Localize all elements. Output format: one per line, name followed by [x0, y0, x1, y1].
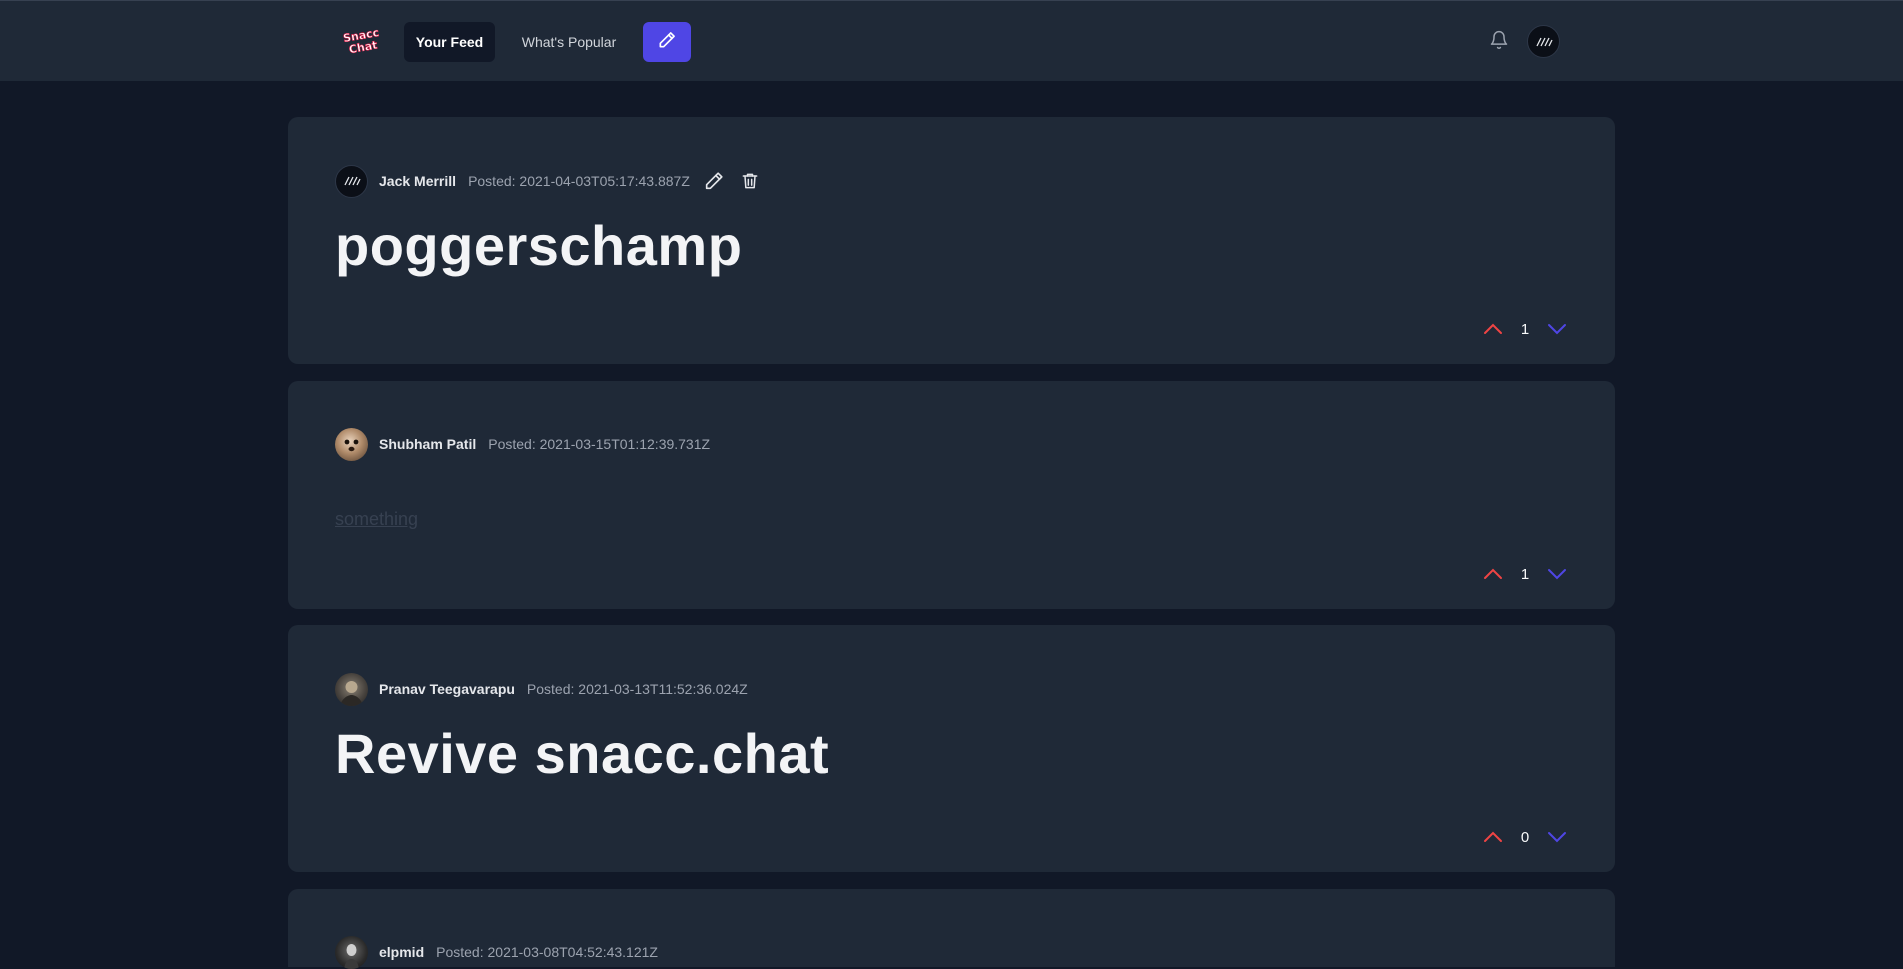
chevron-down-icon [1548, 324, 1566, 335]
author-name[interactable]: elpmid [379, 944, 424, 960]
author-avatar[interactable] [335, 164, 368, 198]
author-avatar[interactable] [335, 427, 368, 461]
downvote-button[interactable] [1545, 317, 1569, 341]
post-meta: Pranav Teegavarapu Posted: 2021-03-13T11… [335, 672, 748, 706]
post-card[interactable]: Jack Merrill Posted: 2021-04-03T05:17:43… [288, 117, 1615, 364]
upvote-button[interactable] [1481, 825, 1505, 849]
author-avatar[interactable] [335, 672, 368, 706]
chevron-up-icon [1484, 831, 1502, 842]
author-avatar[interactable] [335, 935, 368, 969]
post-title[interactable]: poggerschamp [335, 213, 742, 278]
author-name[interactable]: Shubham Patil [379, 436, 476, 452]
trash-icon [742, 173, 758, 189]
post-card[interactable]: elpmid Posted: 2021-03-08T04:52:43.121Z [288, 889, 1615, 969]
downvote-button[interactable] [1545, 562, 1569, 586]
post-body-link[interactable]: something [335, 509, 418, 530]
pencil-icon [705, 172, 723, 190]
post-timestamp: Posted: 2021-03-08T04:52:43.121Z [436, 944, 658, 960]
vote-controls: 1 [1481, 562, 1569, 586]
author-name[interactable]: Pranav Teegavarapu [379, 681, 515, 697]
post-card[interactable]: Pranav Teegavarapu Posted: 2021-03-13T11… [288, 625, 1615, 872]
vote-count: 1 [1520, 565, 1530, 583]
notifications-button[interactable] [1487, 30, 1511, 54]
edit-post-button[interactable] [702, 169, 726, 193]
chevron-down-icon [1548, 569, 1566, 580]
tab-whats-popular[interactable]: What's Popular [512, 22, 626, 62]
snacc-chat-logo[interactable]: Snacc Chat [343, 26, 381, 56]
post-timestamp: Posted: 2021-03-13T11:52:36.024Z [526, 681, 748, 697]
top-navigation-bar: Snacc Chat Your Feed What's Popular [0, 0, 1903, 81]
post-card[interactable]: Shubham Patil Posted: 2021-03-15T01:12:3… [288, 381, 1615, 609]
user-avatar-logo-icon [1535, 37, 1553, 46]
chevron-up-icon [1484, 568, 1502, 579]
vote-count: 1 [1520, 320, 1530, 338]
post-meta: Shubham Patil Posted: 2021-03-15T01:12:3… [335, 427, 710, 461]
post-meta: elpmid Posted: 2021-03-08T04:52:43.121Z [335, 935, 658, 969]
upvote-button[interactable] [1481, 562, 1505, 586]
pencil-icon [657, 30, 677, 55]
author-name[interactable]: Jack Merrill [379, 173, 456, 189]
upvote-button[interactable] [1481, 317, 1505, 341]
post-title[interactable]: Revive snacc.chat [335, 721, 829, 786]
tab-your-feed[interactable]: Your Feed [404, 22, 495, 62]
vote-count: 0 [1520, 828, 1530, 846]
vote-controls: 1 [1481, 317, 1569, 341]
delete-post-button[interactable] [738, 169, 762, 193]
post-timestamp: Posted: 2021-03-15T01:12:39.731Z [488, 436, 711, 452]
downvote-button[interactable] [1545, 825, 1569, 849]
vote-controls: 0 [1481, 825, 1569, 849]
user-avatar-menu[interactable] [1527, 25, 1560, 58]
create-post-button[interactable] [643, 22, 691, 62]
post-timestamp: Posted: 2021-04-03T05:17:43.887Z [468, 173, 690, 189]
chevron-down-icon [1548, 832, 1566, 843]
post-meta: Jack Merrill Posted: 2021-04-03T05:17:43… [335, 164, 762, 198]
bell-icon [1489, 29, 1509, 56]
chevron-up-icon [1484, 323, 1502, 334]
